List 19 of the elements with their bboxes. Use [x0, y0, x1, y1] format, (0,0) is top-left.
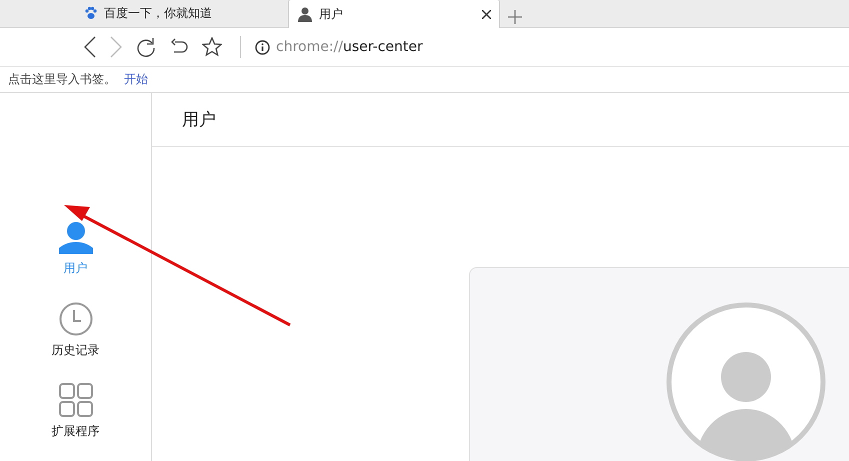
address-field[interactable]: chrome://user-center: [276, 39, 423, 55]
info-icon[interactable]: [255, 40, 270, 54]
plus-icon[interactable]: [508, 10, 522, 24]
browser-tab[interactable]: 百度一下，你就知道: [76, 0, 288, 27]
clock-icon: [58, 302, 92, 336]
person-icon: [297, 6, 313, 22]
sidebar-item[interactable]: 历史记录: [52, 302, 100, 371]
import-bookmarks-hint: 点击这里导入书签。: [8, 71, 116, 88]
reload-icon[interactable]: [136, 37, 156, 57]
sidebar-item[interactable]: 扩展程序: [52, 383, 100, 452]
paw-icon: [84, 6, 98, 20]
person-icon: [58, 221, 92, 254]
page-title: 用户: [152, 93, 849, 147]
close-icon[interactable]: [482, 10, 491, 18]
start-link[interactable]: 开始: [124, 71, 148, 88]
grid-icon: [58, 383, 92, 417]
back-icon[interactable]: [84, 36, 96, 58]
browser-tab[interactable]: 用户: [288, 0, 500, 28]
star-icon[interactable]: [202, 37, 222, 57]
